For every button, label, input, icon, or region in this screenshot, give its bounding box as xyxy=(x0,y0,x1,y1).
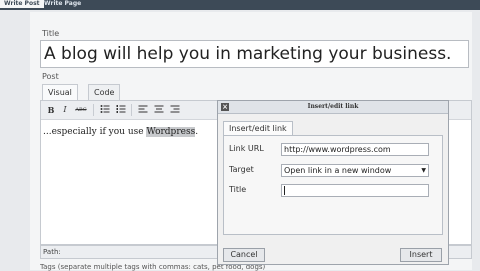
strikethrough-button[interactable]: ABC xyxy=(75,104,87,116)
cancel-button[interactable]: Cancel xyxy=(223,248,265,262)
post-title-input[interactable]: A blog will help you in marketing your b… xyxy=(40,40,469,68)
tab-visual[interactable]: Visual xyxy=(42,84,78,100)
dialog-title-bar: × Insert/edit link xyxy=(218,101,448,114)
title-label: Title xyxy=(42,29,60,38)
link-title-input[interactable] xyxy=(281,184,429,197)
editor-content[interactable]: ...especially if you use Wordpress. xyxy=(43,127,198,137)
tab-insert-edit-link[interactable]: Insert/edit link xyxy=(223,121,293,136)
tab-code[interactable]: Code xyxy=(88,84,121,100)
toolbar-divider xyxy=(93,104,94,116)
italic-button[interactable]: I xyxy=(59,104,71,116)
link-url-label: Link URL xyxy=(229,144,264,153)
close-icon[interactable]: × xyxy=(221,103,229,111)
content-text: ...especially if you use xyxy=(43,127,147,137)
admin-top-bar: Write Post Write Page xyxy=(0,0,480,10)
link-url-input[interactable]: http://www.wordpress.com xyxy=(281,143,429,156)
target-label: Target xyxy=(229,165,254,174)
bold-button[interactable]: B xyxy=(45,104,57,116)
content-text-end: . xyxy=(195,127,199,137)
align-right-icon[interactable] xyxy=(169,104,181,116)
text-caret xyxy=(284,186,285,195)
target-select-value: Open link in a new window xyxy=(284,166,392,175)
insert-link-dialog: × Insert/edit link Insert/edit link Link… xyxy=(217,100,449,265)
selected-text[interactable]: Wordpress xyxy=(146,127,196,137)
dialog-title: Insert/edit link xyxy=(307,103,359,110)
bullet-list-icon[interactable] xyxy=(99,104,111,116)
numbered-list-icon[interactable] xyxy=(115,104,127,116)
title-field-label: Title xyxy=(229,185,247,194)
target-select[interactable]: Open link in a new window ▼ xyxy=(281,164,429,177)
post-label: Post xyxy=(42,72,59,81)
dropdown-arrow-icon[interactable]: ▼ xyxy=(421,165,426,176)
toolbar-divider xyxy=(131,104,132,116)
align-left-icon[interactable] xyxy=(137,104,149,116)
align-center-icon[interactable] xyxy=(153,104,165,116)
tab-write-post[interactable]: Write Post xyxy=(0,0,44,8)
insert-button[interactable]: Insert xyxy=(400,248,442,262)
tab-write-page[interactable]: Write Page xyxy=(40,0,85,8)
